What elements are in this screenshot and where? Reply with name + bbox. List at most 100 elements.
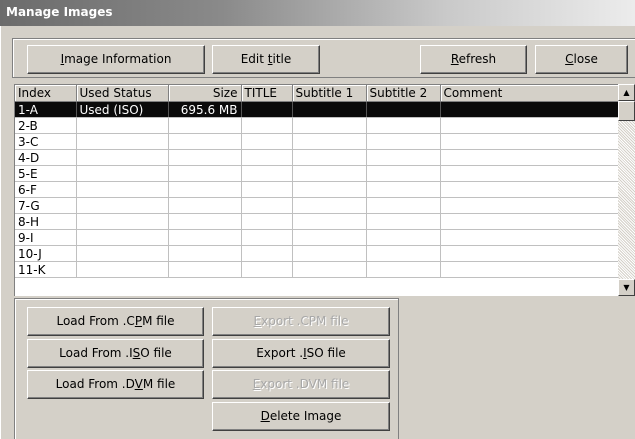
column-header-comment[interactable]: Comment: [440, 85, 619, 102]
cell-subtitle-2: [366, 181, 441, 198]
cell-subtitle-2: [366, 101, 441, 118]
cell-index: 4-D: [15, 149, 77, 166]
scroll-down-arrow-icon[interactable]: ▼: [618, 279, 635, 296]
export-cpm-button[interactable]: Export .CPM file: [212, 307, 390, 336]
window-title-bar: Manage Images: [0, 0, 635, 26]
cell-size: [168, 261, 242, 278]
cell-subtitle-1: [292, 101, 367, 118]
cell-comment: [440, 133, 619, 150]
cell-size: [168, 213, 242, 230]
cell-comment: [440, 213, 619, 230]
image-information-button[interactable]: Image Information: [27, 45, 205, 74]
table-row[interactable]: 2-B: [15, 117, 619, 134]
cell-title: [241, 165, 293, 182]
cell-index: 5-E: [15, 165, 77, 182]
cell-subtitle-1: [292, 245, 367, 262]
cell-size: 695.6 MB: [168, 101, 242, 118]
load-from-cpm-button[interactable]: Load From .CPM file: [27, 307, 204, 336]
cell-size: [168, 149, 242, 166]
cell-used-status: [76, 261, 169, 278]
cell-title: [241, 181, 293, 198]
cell-subtitle-2: [366, 133, 441, 150]
table-row[interactable]: 10-J: [15, 245, 619, 262]
cell-subtitle-2: [366, 165, 441, 182]
cell-subtitle-2: [366, 229, 441, 246]
cell-comment: [440, 181, 619, 198]
cell-index: 10-J: [15, 245, 77, 262]
cell-subtitle-1: [292, 229, 367, 246]
refresh-button[interactable]: Refresh: [420, 45, 527, 74]
cell-used-status: [76, 197, 169, 214]
cell-comment: [440, 101, 619, 118]
scroll-thumb[interactable]: [618, 101, 635, 121]
cell-subtitle-1: [292, 133, 367, 150]
cell-title: [241, 117, 293, 134]
cell-title: [241, 197, 293, 214]
table-row[interactable]: 1-A Used (ISO) 695.6 MB: [15, 101, 619, 118]
cell-used-status: [76, 181, 169, 198]
cell-used-status: [76, 229, 169, 246]
cell-subtitle-1: [292, 149, 367, 166]
window-title: Manage Images: [6, 5, 113, 19]
cell-subtitle-2: [366, 149, 441, 166]
cell-subtitle-1: [292, 197, 367, 214]
column-header-subtitle-1[interactable]: Subtitle 1: [292, 85, 367, 102]
cell-used-status: [76, 149, 169, 166]
cell-title: [241, 149, 293, 166]
delete-image-button[interactable]: Delete Image: [212, 402, 390, 431]
column-header-subtitle-2[interactable]: Subtitle 2: [366, 85, 441, 102]
table-row[interactable]: 5-E: [15, 165, 619, 182]
column-header-title[interactable]: TITLE: [241, 85, 293, 102]
images-table[interactable]: Index Used Status Size TITLE Subtitle 1 Subti…: [14, 84, 635, 296]
column-header-index[interactable]: Index: [15, 85, 77, 102]
cell-size: [168, 181, 242, 198]
cell-subtitle-2: [366, 245, 441, 262]
cell-title: [241, 101, 293, 118]
cell-used-status: [76, 245, 169, 262]
table-row[interactable]: 8-H: [15, 213, 619, 230]
cell-used-status: Used (ISO): [76, 101, 169, 118]
edit-title-button[interactable]: Edit title: [212, 45, 320, 74]
load-from-iso-button[interactable]: Load From .ISO file: [27, 339, 204, 368]
table-vertical-scrollbar[interactable]: ▲ ▼: [618, 84, 635, 296]
cell-comment: [440, 261, 619, 278]
cell-index: 6-F: [15, 181, 77, 198]
cell-comment: [440, 117, 619, 134]
cell-size: [168, 117, 242, 134]
table-row[interactable]: 7-G: [15, 197, 619, 214]
cell-index: 11-K: [15, 261, 77, 278]
window-border: [0, 26, 1, 439]
cell-title: [241, 229, 293, 246]
cell-used-status: [76, 133, 169, 150]
cell-subtitle-2: [366, 197, 441, 214]
cell-comment: [440, 149, 619, 166]
cell-index: 9-I: [15, 229, 77, 246]
manage-images-window: Manage Images Image Information Edit tit…: [0, 0, 635, 439]
export-dvm-button[interactable]: Export .DVM file: [212, 370, 390, 399]
close-button[interactable]: Close: [535, 45, 628, 74]
column-header-size[interactable]: Size: [168, 85, 242, 102]
cell-size: [168, 229, 242, 246]
column-header-used-status[interactable]: Used Status: [76, 85, 169, 102]
table-row[interactable]: 3-C: [15, 133, 619, 150]
cell-title: [241, 133, 293, 150]
cell-subtitle-1: [292, 165, 367, 182]
cell-index: 1-A: [15, 101, 77, 118]
cell-index: 3-C: [15, 133, 77, 150]
cell-comment: [440, 165, 619, 182]
cell-title: [241, 261, 293, 278]
table-row[interactable]: 11-K: [15, 261, 619, 278]
cell-subtitle-2: [366, 261, 441, 278]
export-iso-button[interactable]: Export .ISO file: [212, 339, 390, 368]
cell-subtitle-1: [292, 213, 367, 230]
scroll-up-arrow-icon[interactable]: ▲: [618, 84, 635, 101]
table-row[interactable]: 4-D: [15, 149, 619, 166]
cell-title: [241, 213, 293, 230]
cell-size: [168, 133, 242, 150]
load-from-dvm-button[interactable]: Load From .DVM file: [27, 370, 204, 399]
table-row[interactable]: 6-F: [15, 181, 619, 198]
scroll-track[interactable]: [618, 121, 635, 279]
cell-subtitle-1: [292, 117, 367, 134]
table-row[interactable]: 9-I: [15, 229, 619, 246]
cell-subtitle-1: [292, 261, 367, 278]
